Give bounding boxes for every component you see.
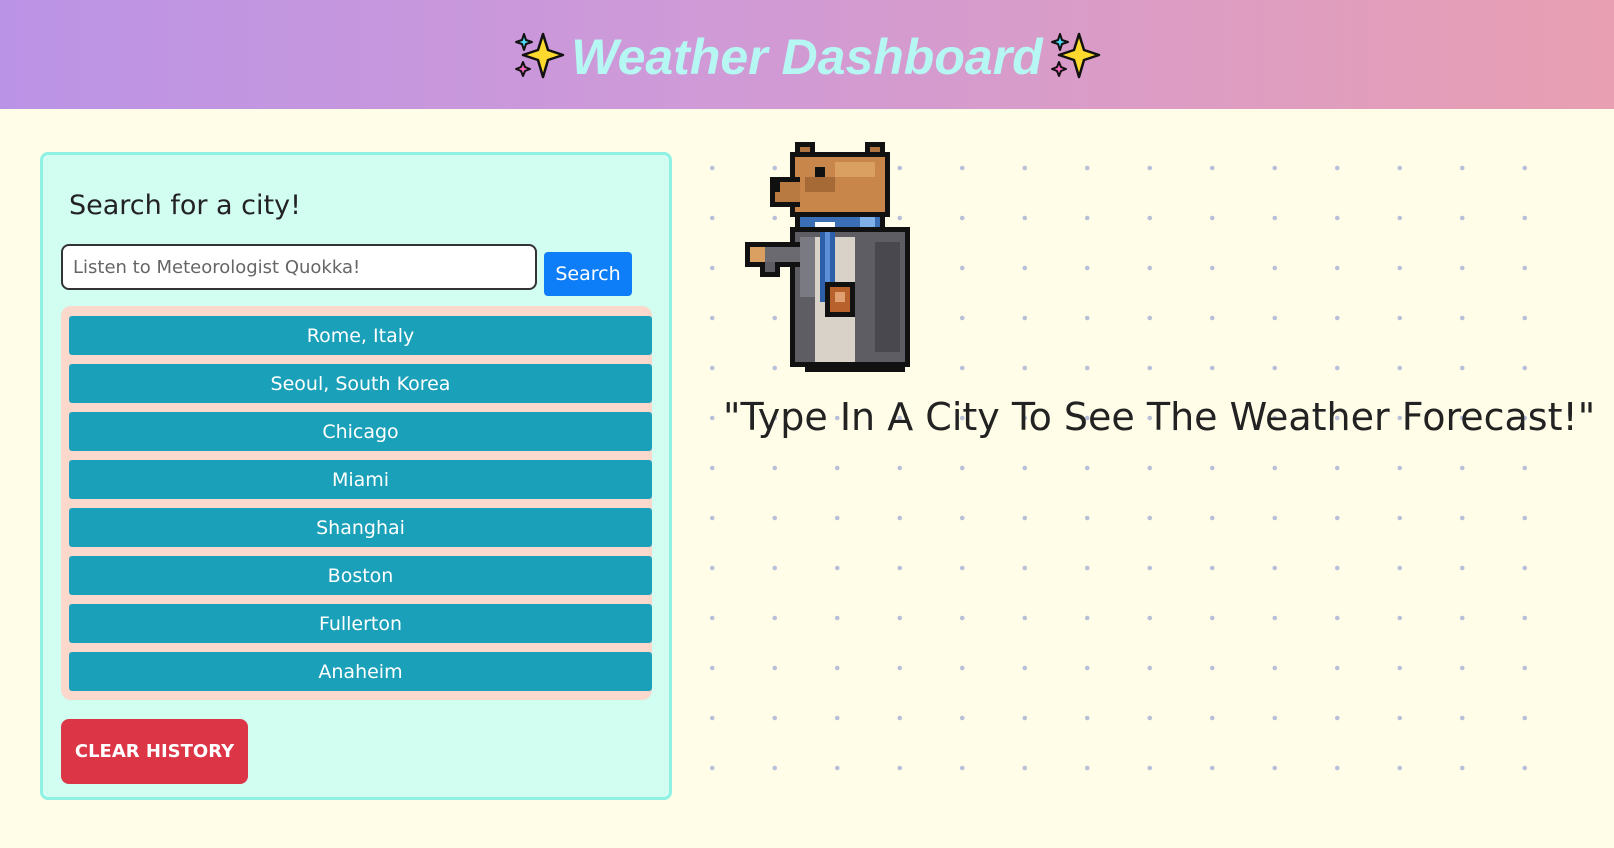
page-title: Weather Dashboard: [571, 28, 1043, 85]
history-city-button[interactable]: Anaheim: [69, 652, 652, 691]
history-city-button[interactable]: Miami: [69, 460, 652, 499]
history-city-button[interactable]: Fullerton: [69, 604, 652, 643]
clear-history-button[interactable]: CLEAR HISTORY: [61, 719, 248, 784]
history-city-button[interactable]: Chicago: [69, 412, 652, 451]
forecast-prompt-quote: "Type In A City To See The Weather Forec…: [723, 395, 1596, 439]
search-panel: Search for a city! Search Rome, Italy Se…: [40, 152, 672, 800]
city-search-input[interactable]: [61, 244, 537, 290]
history-city-button[interactable]: Rome, Italy: [69, 316, 652, 355]
history-city-button[interactable]: Shanghai: [69, 508, 652, 547]
quokka-meteorologist-icon: [745, 142, 910, 372]
history-city-button[interactable]: Boston: [69, 556, 652, 595]
search-button[interactable]: Search: [544, 252, 632, 296]
page-header: Weather Dashboard: [0, 0, 1614, 109]
search-heading: Search for a city!: [69, 190, 301, 221]
title-row: Weather Dashboard: [0, 0, 1614, 109]
search-history-list: Rome, Italy Seoul, South Korea Chicago M…: [61, 306, 652, 700]
sparkles-icon: [515, 32, 565, 78]
sparkles-icon: [1050, 32, 1100, 78]
history-city-button[interactable]: Seoul, South Korea: [69, 364, 652, 403]
